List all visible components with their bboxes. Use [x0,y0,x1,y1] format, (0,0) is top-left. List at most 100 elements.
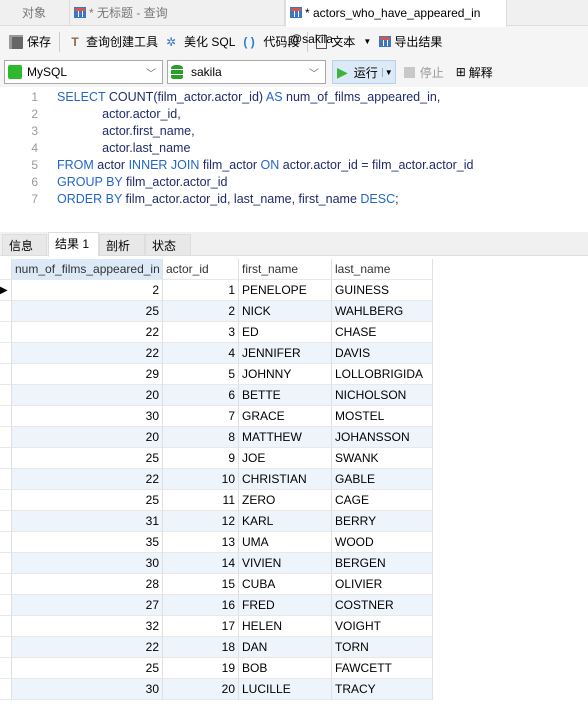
table-cell[interactable]: 19 [163,658,239,679]
table-cell[interactable]: 25 [12,490,163,511]
table-cell[interactable]: JOHNNY [239,364,332,385]
table-row[interactable]: 20 6 BETTE NICHOLSON [0,385,433,406]
table-cell[interactable]: 28 [12,574,163,595]
table-cell[interactable]: VIVIEN [239,553,332,574]
table-cell[interactable]: 10 [163,469,239,490]
table-cell[interactable]: HELEN [239,616,332,637]
table-cell[interactable]: ZERO [239,490,332,511]
table-row[interactable]: 35 13 UMA WOOD [0,532,433,553]
table-cell[interactable]: 9 [163,448,239,469]
save-button[interactable]: 保存 [5,30,55,54]
table-cell[interactable]: DAVIS [332,343,433,364]
table-cell[interactable]: MATTHEW [239,427,332,448]
table-cell[interactable]: FAWCETT [332,658,433,679]
table-cell[interactable]: 17 [163,616,239,637]
table-row[interactable]: 22 3 ED CHASE [0,322,433,343]
table-cell[interactable]: 14 [163,553,239,574]
row-indicator[interactable] [0,343,12,364]
database-select[interactable]: sakila ﹀ [167,60,326,84]
table-cell[interactable]: 32 [12,616,163,637]
row-indicator[interactable] [0,469,12,490]
table-cell[interactable]: KARL [239,511,332,532]
table-cell[interactable]: TORN [332,637,433,658]
table-cell[interactable]: VOIGHT [332,616,433,637]
table-cell[interactable]: CAGE [332,490,433,511]
row-indicator[interactable] [0,595,12,616]
table-cell[interactable]: 16 [163,595,239,616]
table-cell[interactable]: 35 [12,532,163,553]
row-indicator[interactable] [0,553,12,574]
table-cell[interactable]: FRED [239,595,332,616]
table-cell[interactable]: 3 [163,322,239,343]
table-cell[interactable]: GUINESS [332,280,433,301]
table-cell[interactable]: ED [239,322,332,343]
query-builder-button[interactable]: T 查询创建工具 [64,30,162,54]
table-cell[interactable]: 25 [12,658,163,679]
row-indicator[interactable] [0,490,12,511]
explain-button[interactable]: ⊞ 解释 [452,60,497,84]
table-cell[interactable]: GABLE [332,469,433,490]
stop-button[interactable]: 停止 [400,60,448,84]
table-row[interactable]: ▶ 2 1 PENELOPE GUINESS [0,280,433,301]
table-cell[interactable]: 30 [12,406,163,427]
row-indicator[interactable] [0,427,12,448]
table-cell[interactable]: 6 [163,385,239,406]
tab-actors-query[interactable]: * actors_who_have_appeared_in @sakila ..… [285,0,507,46]
connection-type-select[interactable]: MySQL ﹀ [4,60,163,84]
table-row[interactable]: 30 14 VIVIEN BERGEN [0,553,433,574]
table-cell[interactable]: 29 [12,364,163,385]
table-cell[interactable]: NICK [239,301,332,322]
table-cell[interactable]: 2 [163,301,239,322]
table-cell[interactable]: GRACE [239,406,332,427]
table-cell[interactable]: 7 [163,406,239,427]
table-row[interactable]: 31 12 KARL BERRY [0,511,433,532]
table-cell[interactable]: BETTE [239,385,332,406]
table-cell[interactable]: 22 [12,469,163,490]
table-cell[interactable]: COSTNER [332,595,433,616]
table-cell[interactable]: JOE [239,448,332,469]
table-row[interactable]: 20 8 MATTHEW JOHANSSON [0,427,433,448]
table-cell[interactable]: BOB [239,658,332,679]
row-indicator[interactable] [0,616,12,637]
table-cell[interactable]: OLIVIER [332,574,433,595]
export-results-button[interactable]: 导出结果 [375,30,446,54]
table-cell[interactable]: PENELOPE [239,280,332,301]
tab-status[interactable]: 状态 [145,234,191,256]
table-cell[interactable]: LUCILLE [239,679,332,700]
table-cell[interactable]: 22 [12,322,163,343]
table-cell[interactable]: 20 [163,679,239,700]
table-row[interactable]: 28 15 CUBA OLIVIER [0,574,433,595]
table-cell[interactable]: 25 [12,448,163,469]
table-cell[interactable]: 1 [163,280,239,301]
row-indicator[interactable] [0,364,12,385]
row-indicator[interactable] [0,301,12,322]
table-cell[interactable]: 13 [163,532,239,553]
table-cell[interactable]: 25 [12,301,163,322]
column-header[interactable]: last_name [332,259,433,280]
table-cell[interactable]: NICHOLSON [332,385,433,406]
table-row[interactable]: 25 11 ZERO CAGE [0,490,433,511]
row-indicator[interactable] [0,532,12,553]
beautify-sql-button[interactable]: ✲ 美化 SQL [162,30,239,54]
table-cell[interactable]: BERRY [332,511,433,532]
table-cell[interactable]: 2 [12,280,163,301]
table-cell[interactable]: JOHANSSON [332,427,433,448]
table-cell[interactable]: 4 [163,343,239,364]
row-indicator[interactable] [0,385,12,406]
row-indicator[interactable] [0,448,12,469]
table-cell[interactable]: CHRISTIAN [239,469,332,490]
table-cell[interactable]: WAHLBERG [332,301,433,322]
table-cell[interactable]: WOOD [332,532,433,553]
table-cell[interactable]: 11 [163,490,239,511]
column-header[interactable]: num_of_films_appeared_in [12,259,163,280]
row-indicator[interactable]: ▶ [0,280,12,301]
tab-result-1[interactable]: 结果 1 [48,232,99,257]
table-cell[interactable]: 20 [12,427,163,448]
column-header[interactable]: actor_id [163,259,239,280]
table-cell[interactable]: CHASE [332,322,433,343]
table-cell[interactable]: 30 [12,679,163,700]
table-row[interactable]: 22 18 DAN TORN [0,637,433,658]
table-cell[interactable]: 30 [12,553,163,574]
run-dropdown[interactable]: ▼ [381,67,395,77]
row-indicator[interactable] [0,658,12,679]
